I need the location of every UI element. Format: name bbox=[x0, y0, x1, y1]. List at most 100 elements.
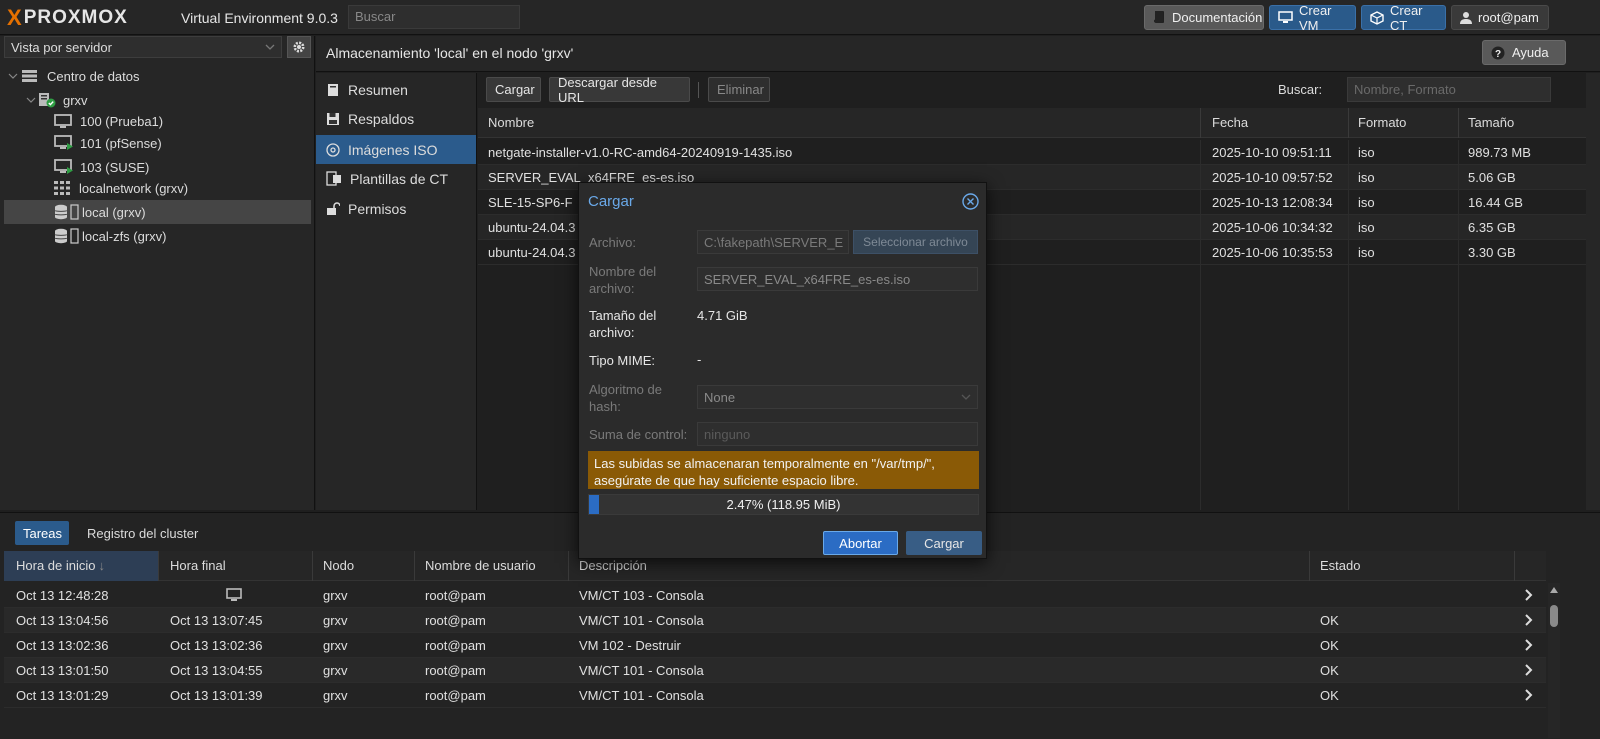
user-icon bbox=[1460, 11, 1472, 24]
storage-nav: Resumen Respaldos Imágenes ISO Plantilla… bbox=[316, 73, 477, 510]
col-date[interactable]: Fecha bbox=[1212, 108, 1342, 137]
disc-icon bbox=[326, 142, 340, 157]
close-icon[interactable] bbox=[962, 193, 979, 210]
nav-iso-images[interactable]: Imágenes ISO bbox=[316, 135, 476, 164]
storage-search-input[interactable]: Nombre, Formato bbox=[1347, 77, 1551, 102]
storage-icon bbox=[54, 228, 80, 244]
task-user: root@pam bbox=[425, 637, 486, 653]
tree-item-local-storage[interactable]: local (grxv) bbox=[4, 200, 311, 224]
search-label: Buscar: bbox=[1278, 82, 1323, 97]
task-row[interactable]: Oct 13 13:04:56 Oct 13 13:07:45 grxv roo… bbox=[4, 608, 1546, 633]
create-vm-label: Crear VM bbox=[1299, 2, 1332, 33]
nav-backups[interactable]: Respaldos bbox=[316, 104, 476, 133]
col-username[interactable]: Nombre de usuario bbox=[425, 551, 565, 580]
tab-tasks[interactable]: Tareas bbox=[15, 521, 69, 545]
storage-search-placeholder: Nombre, Formato bbox=[1354, 82, 1456, 97]
create-ct-button[interactable]: Crear CT bbox=[1361, 3, 1446, 33]
tab-label: Registro del cluster bbox=[87, 525, 199, 541]
task-row[interactable]: Oct 13 13:01:29 Oct 13 13:01:39 grxv roo… bbox=[4, 683, 1546, 708]
nav-label: Plantillas de CT bbox=[350, 170, 449, 187]
nav-ct-templates[interactable]: Plantillas de CT bbox=[316, 164, 476, 193]
upload-button-label: Cargar bbox=[495, 82, 535, 97]
collapse-icon[interactable] bbox=[26, 95, 36, 105]
row-date: 2025-10-06 10:34:32 bbox=[1212, 219, 1333, 235]
tree-item-datacenter[interactable]: Centro de datos bbox=[0, 64, 311, 88]
server-view-select[interactable]: Vista por servidor bbox=[4, 36, 282, 58]
task-scrollbar[interactable] bbox=[1548, 583, 1560, 738]
dialog-title: Cargar bbox=[588, 192, 634, 210]
row-format: iso bbox=[1358, 194, 1375, 210]
nav-permissions[interactable]: Permisos bbox=[316, 194, 476, 223]
global-search-input[interactable]: Buscar bbox=[348, 5, 520, 29]
task-end: Oct 13 13:02:36 bbox=[170, 637, 263, 653]
row-format: iso bbox=[1358, 144, 1375, 160]
col-end-time[interactable]: Hora final bbox=[170, 551, 310, 580]
col-size[interactable]: Tamaño bbox=[1468, 108, 1578, 137]
table-row[interactable]: netgate-installer-v1.0-RC-amd64-20240919… bbox=[478, 140, 1586, 165]
task-node: grxv bbox=[323, 687, 348, 703]
select-file-button[interactable]: Seleccionar archivo bbox=[853, 230, 978, 254]
row-date: 2025-10-10 09:57:52 bbox=[1212, 169, 1333, 185]
upload-button[interactable]: Cargar bbox=[486, 77, 541, 102]
chevron-right-icon[interactable] bbox=[1524, 633, 1540, 657]
vm-running-icon bbox=[54, 159, 74, 175]
download-from-url-button[interactable]: Descargar desde URL bbox=[549, 75, 690, 105]
help-button[interactable]: ? Ayuda bbox=[1482, 40, 1566, 65]
filesize-value: 4.71 GiB bbox=[697, 308, 748, 323]
file-path-value: C:\fakepath\SERVER_E bbox=[704, 234, 844, 250]
toolbar-separator bbox=[698, 82, 699, 98]
tree-item-local-zfs-storage[interactable]: local-zfs (grxv) bbox=[0, 224, 311, 248]
task-row[interactable]: Oct 13 13:01:50 Oct 13 13:04:55 grxv roo… bbox=[4, 658, 1546, 683]
user-menu-button[interactable]: root@pam bbox=[1451, 5, 1549, 30]
task-start: Oct 13 12:48:28 bbox=[16, 587, 109, 603]
content-scrollbar[interactable] bbox=[1586, 73, 1600, 510]
task-row[interactable]: Oct 13 12:48:28 grxv root@pam VM/CT 103 … bbox=[4, 583, 1546, 608]
col-name[interactable]: Nombre bbox=[488, 108, 1188, 137]
node-icon bbox=[38, 92, 56, 108]
col-node[interactable]: Nodo bbox=[323, 551, 413, 580]
task-end: Oct 13 13:07:45 bbox=[170, 612, 263, 628]
abort-button[interactable]: Abortar bbox=[823, 531, 898, 555]
checksum-input: ninguno bbox=[697, 422, 978, 446]
upload-progress-bar: 2.47% (118.95 MiB) bbox=[588, 494, 979, 515]
task-description: VM/CT 101 - Consola bbox=[579, 662, 704, 678]
col-start-time[interactable]: Hora de inicio ↓ bbox=[16, 551, 156, 580]
template-icon bbox=[326, 171, 342, 186]
delete-button[interactable]: Eliminar bbox=[708, 77, 770, 102]
chevron-right-icon[interactable] bbox=[1524, 608, 1540, 632]
task-status bbox=[1320, 583, 1500, 607]
tree-item-vm-101[interactable]: 101 (pfSense) bbox=[0, 131, 311, 155]
documentation-button[interactable]: Documentación bbox=[1144, 5, 1264, 30]
col-format[interactable]: Formato bbox=[1358, 108, 1448, 137]
logo-text: PROXMOX bbox=[23, 6, 128, 28]
tree-item-label: Centro de datos bbox=[47, 68, 140, 84]
tree-item-localnetwork[interactable]: localnetwork (grxv) bbox=[0, 176, 311, 200]
task-scrollbar-thumb[interactable] bbox=[1550, 605, 1558, 627]
filename-input: SERVER_EVAL_x64FRE_es-es.iso bbox=[697, 267, 978, 291]
chevron-right-icon[interactable] bbox=[1524, 683, 1540, 707]
proxmox-logo[interactable]: X PROXMOX bbox=[7, 0, 128, 35]
task-user: root@pam bbox=[425, 662, 486, 678]
tab-cluster-log[interactable]: Registro del cluster bbox=[79, 521, 209, 545]
chevron-right-icon[interactable] bbox=[1524, 658, 1540, 682]
hash-algorithm-select: None bbox=[697, 385, 978, 409]
dialog-upload-button[interactable]: Cargar bbox=[906, 531, 982, 555]
scroll-up-icon[interactable] bbox=[1550, 587, 1558, 593]
tree-settings-button[interactable] bbox=[287, 36, 311, 58]
task-node: grxv bbox=[323, 612, 348, 628]
abort-label: Abortar bbox=[839, 535, 882, 551]
vm-running-icon bbox=[54, 135, 74, 151]
col-status[interactable]: Estado bbox=[1320, 551, 1500, 580]
create-vm-button[interactable]: Crear VM bbox=[1269, 2, 1356, 33]
task-status: OK bbox=[1320, 662, 1339, 678]
task-start: Oct 13 13:04:56 bbox=[16, 612, 109, 628]
chevron-right-icon[interactable] bbox=[1524, 583, 1540, 607]
iso-table-header: Nombre Fecha Formato Tamaño bbox=[478, 108, 1586, 138]
collapse-icon[interactable] bbox=[8, 71, 18, 81]
task-start: Oct 13 13:01:29 bbox=[16, 687, 109, 703]
tree-item-vm-100[interactable]: 100 (Prueba1) bbox=[0, 109, 311, 133]
chevron-down-icon bbox=[961, 394, 971, 400]
task-row[interactable]: Oct 13 13:02:36 Oct 13 13:02:36 grxv roo… bbox=[4, 633, 1546, 658]
tree-item-label: 103 (SUSE) bbox=[80, 159, 150, 175]
nav-summary[interactable]: Resumen bbox=[316, 75, 476, 104]
